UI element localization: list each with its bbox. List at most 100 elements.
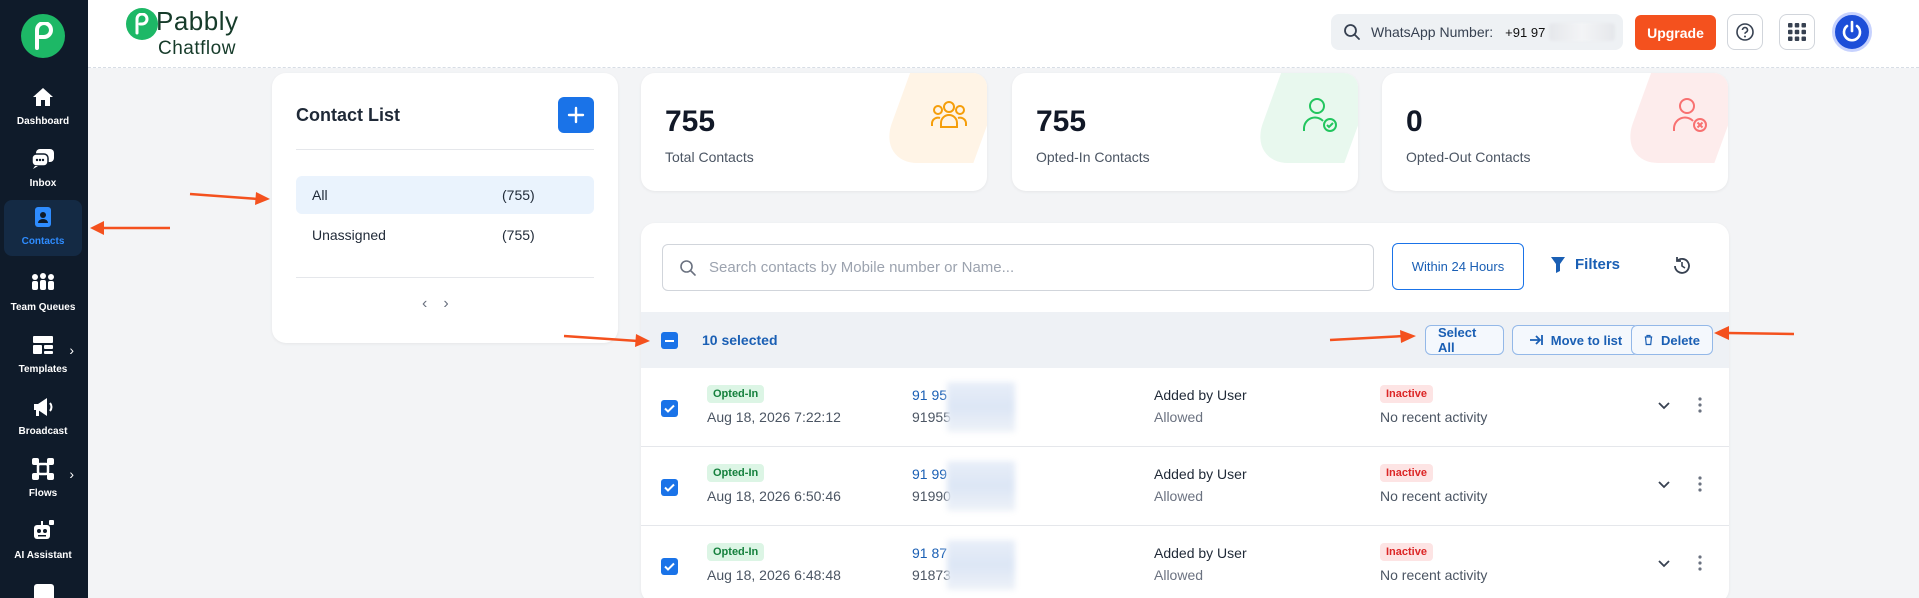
sidebar-item-flows[interactable]: › Flows xyxy=(4,452,82,508)
divider xyxy=(296,149,594,150)
user-check-icon xyxy=(1303,98,1337,132)
move-arrow-icon xyxy=(1529,335,1543,345)
status-badge: Opted-In xyxy=(707,385,765,403)
chevron-right-icon: › xyxy=(69,342,74,358)
contact-list-title: Contact List xyxy=(296,105,401,125)
select-all-button[interactable]: Select All xyxy=(1425,325,1504,355)
more-vertical-icon[interactable] xyxy=(1697,554,1703,572)
help-button[interactable] xyxy=(1727,14,1763,50)
contact-source: Added by User xyxy=(1154,387,1247,403)
list-item-unassigned[interactable]: Unassigned (755) xyxy=(296,216,594,254)
contact-permission: Allowed xyxy=(1154,567,1204,583)
sidebar-item-label: Flows xyxy=(28,488,58,499)
contact-phone: 91990 xyxy=(912,488,951,504)
pabbly-logo-icon[interactable] xyxy=(21,14,65,58)
chevron-down-icon[interactable] xyxy=(1657,398,1671,412)
table-row[interactable]: Opted-In Aug 18, 2026 6:48:48 91 87 9187… xyxy=(641,526,1729,598)
stat-value: 755 xyxy=(1036,105,1087,138)
search-icon xyxy=(1344,24,1360,40)
move-to-list-button[interactable]: Move to list xyxy=(1512,325,1639,355)
upgrade-button[interactable]: Upgrade xyxy=(1635,15,1716,50)
search-placeholder: Search contacts by Mobile number or Name… xyxy=(709,259,1015,276)
chevron-right-icon[interactable]: › xyxy=(443,295,448,313)
stat-value: 0 xyxy=(1406,105,1423,138)
stat-card-opted-in: 755 Opted-In Contacts xyxy=(1012,73,1358,191)
stat-label: Opted-Out Contacts xyxy=(1406,149,1531,165)
created-date: Aug 18, 2026 6:48:48 xyxy=(707,567,841,583)
brand-product: Chatflow xyxy=(158,38,236,59)
chevron-left-icon[interactable]: ‹ xyxy=(422,295,427,313)
contact-list-panel: Contact List All (755) Unassigned (755) … xyxy=(272,73,618,343)
contact-phone: 91955 xyxy=(912,409,951,425)
filters-button[interactable]: Filters xyxy=(1551,256,1620,273)
activity-badge: Inactive xyxy=(1380,385,1433,403)
home-icon xyxy=(30,84,56,110)
delete-label: Delete xyxy=(1660,332,1700,348)
contact-phone-link[interactable]: 91 95 xyxy=(912,387,947,403)
sidebar-item-ai-assistant[interactable]: AI Assistant xyxy=(4,514,82,570)
brand-logo[interactable]: Pabbly Chatflow xyxy=(126,6,239,59)
sidebar-item-templates[interactable]: › Templates xyxy=(4,328,82,384)
plus-icon xyxy=(567,106,585,124)
row-checkbox[interactable] xyxy=(661,479,678,496)
chevron-down-icon[interactable] xyxy=(1657,556,1671,570)
trash-icon xyxy=(1644,334,1653,346)
templates-icon xyxy=(30,332,56,358)
apps-button[interactable] xyxy=(1779,14,1815,50)
status-badge: Opted-In xyxy=(707,464,765,482)
annotation-arrow-icon xyxy=(563,334,650,347)
redacted-phone xyxy=(947,461,1015,511)
list-item-count: (755) xyxy=(502,227,535,243)
brand-name: Pabbly xyxy=(156,6,239,36)
contact-source: Added by User xyxy=(1154,545,1247,561)
search-input[interactable]: Search contacts by Mobile number or Name… xyxy=(662,244,1374,291)
more-vertical-icon[interactable] xyxy=(1697,475,1703,493)
select-all-checkbox[interactable] xyxy=(661,332,678,349)
power-icon xyxy=(1842,20,1862,42)
reset-filters-button[interactable] xyxy=(1671,255,1693,282)
status-badge: Opted-In xyxy=(707,543,765,561)
sidebar-item-inbox[interactable]: Inbox xyxy=(4,142,82,198)
row-checkbox[interactable] xyxy=(661,400,678,417)
activity-text: No recent activity xyxy=(1380,488,1488,504)
divider xyxy=(296,277,594,278)
table-row[interactable]: Opted-In Aug 18, 2026 7:22:12 91 95 9195… xyxy=(641,368,1729,447)
search-icon xyxy=(680,259,696,276)
reset-icon xyxy=(1674,257,1690,274)
robot-icon xyxy=(30,518,56,544)
contact-phone-link[interactable]: 91 99 xyxy=(912,466,947,482)
contact-phone-link[interactable]: 91 87 xyxy=(912,545,947,561)
more-vertical-icon[interactable] xyxy=(1697,396,1703,414)
row-checkbox[interactable] xyxy=(661,558,678,575)
sidebar-item-broadcast[interactable]: Broadcast xyxy=(4,390,82,446)
redacted-phone xyxy=(947,382,1015,432)
bag-icon[interactable] xyxy=(34,584,54,598)
contact-phone: 91873 xyxy=(912,567,951,583)
sidebar-item-contacts[interactable]: Contacts xyxy=(4,200,82,256)
sidebar-item-label: Broadcast xyxy=(18,426,68,437)
selection-toolbar: 10 selected Select All Move to list Dele… xyxy=(641,312,1729,368)
check-icon xyxy=(664,404,675,413)
table-row[interactable]: Opted-In Aug 18, 2026 6:50:46 91 99 9199… xyxy=(641,447,1729,526)
activity-text: No recent activity xyxy=(1380,567,1488,583)
chevron-down-icon[interactable] xyxy=(1657,477,1671,491)
add-contact-list-button[interactable] xyxy=(558,97,594,133)
sidebar-item-team-queues[interactable]: Team Queues xyxy=(4,266,82,322)
contact-permission: Allowed xyxy=(1154,488,1204,504)
stat-card-opted-out: 0 Opted-Out Contacts xyxy=(1382,73,1728,191)
annotation-arrow-icon xyxy=(90,221,170,235)
activity-badge: Inactive xyxy=(1380,464,1433,482)
filters-label: Filters xyxy=(1575,256,1621,273)
help-icon xyxy=(1736,23,1754,41)
whatsapp-number-selector[interactable]: WhatsApp Number: +91 97 xyxy=(1331,14,1623,50)
sidebar-item-dashboard[interactable]: Dashboard xyxy=(4,80,82,136)
stat-label: Opted-In Contacts xyxy=(1036,149,1150,165)
contact-permission: Allowed xyxy=(1154,409,1204,425)
list-item-all[interactable]: All (755) xyxy=(296,176,594,214)
sidebar-item-label: Inbox xyxy=(29,178,57,189)
contacts-icon xyxy=(30,204,56,230)
delete-button[interactable]: Delete xyxy=(1631,325,1713,355)
within-24-hours-button[interactable]: Within 24 Hours xyxy=(1392,243,1524,290)
list-item-label: All xyxy=(312,187,328,203)
user-avatar[interactable] xyxy=(1832,12,1872,52)
